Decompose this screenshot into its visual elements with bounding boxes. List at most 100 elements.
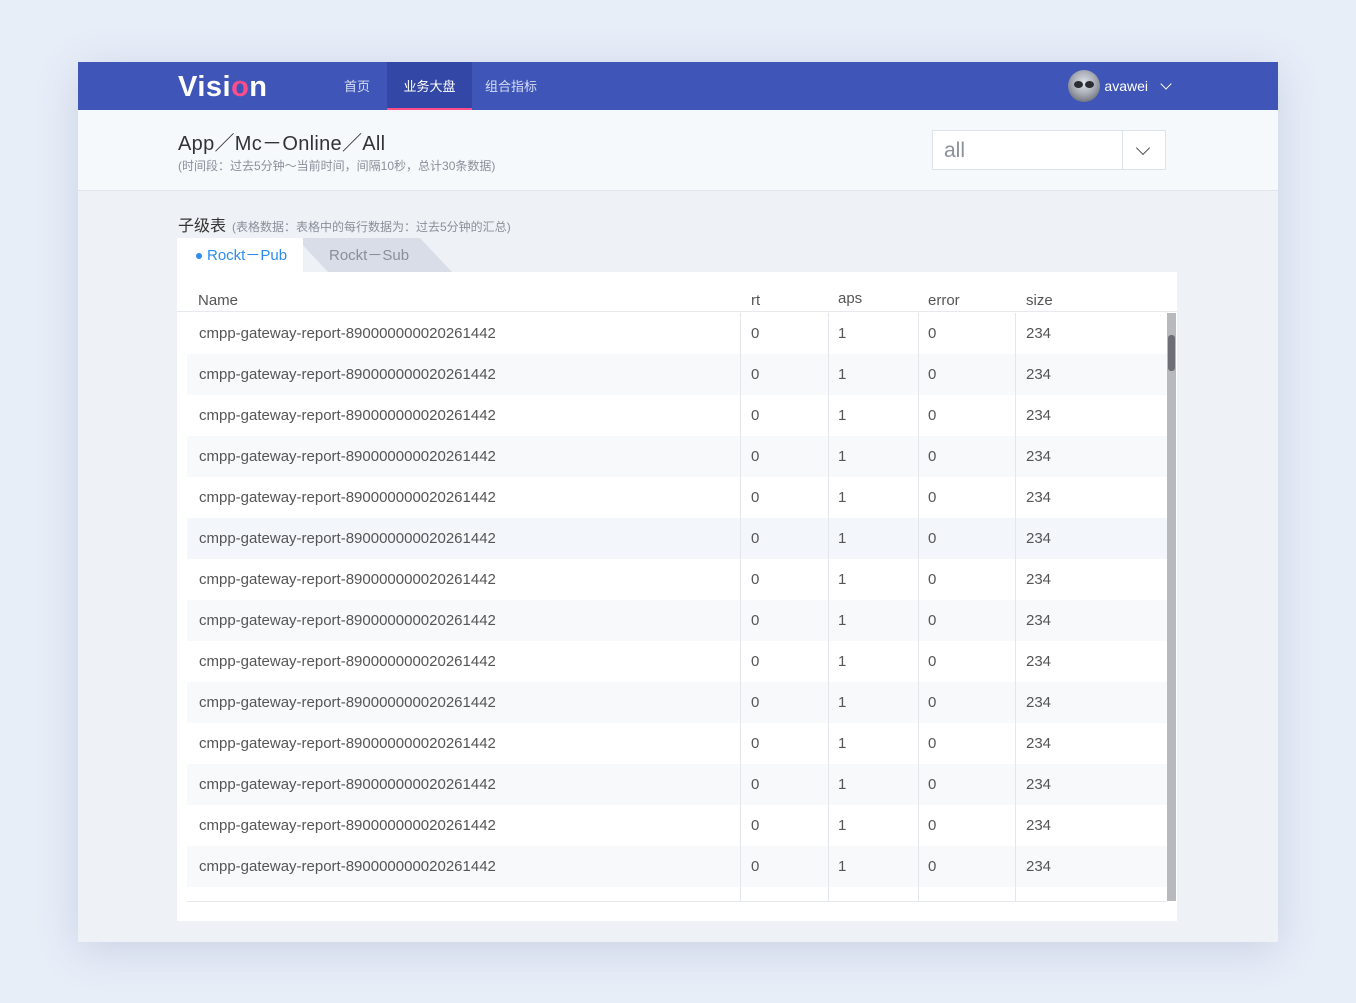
cell-aps: 1 bbox=[838, 776, 847, 793]
column-header-name[interactable]: Name bbox=[198, 292, 238, 309]
cell-aps: 1 bbox=[838, 530, 847, 547]
scrollbar-thumb[interactable] bbox=[1168, 335, 1175, 371]
cell-size: 234 bbox=[1026, 694, 1052, 711]
tab-rockt-sub[interactable]: Rockt－Sub bbox=[296, 238, 452, 272]
cell-rt: 0 bbox=[751, 489, 760, 506]
cell-aps: 1 bbox=[838, 858, 847, 875]
cell-aps: 1 bbox=[838, 407, 847, 424]
table-row[interactable]: cmpp-gateway-report-890000000020261442 0 1… bbox=[187, 641, 1167, 682]
column-divider bbox=[828, 313, 829, 901]
table-row[interactable]: cmpp-gateway-report-890000000020261442 0 1… bbox=[187, 764, 1167, 805]
table-row[interactable]: cmpp-gateway-report-890000000020261442 0 1… bbox=[187, 682, 1167, 723]
table-row[interactable]: cmpp-gateway-report-890000000020261442 0 1… bbox=[187, 805, 1167, 846]
cell-size: 234 bbox=[1026, 571, 1052, 588]
tab-rockt-pub-label: Rockt－Pub bbox=[207, 247, 288, 264]
cell-error: 0 bbox=[928, 612, 937, 629]
cell-rt: 0 bbox=[751, 571, 760, 588]
cell-rt: 0 bbox=[751, 653, 760, 670]
nav-item-combined-metrics[interactable]: 组合指标 bbox=[476, 62, 546, 110]
table-row[interactable]: cmpp-gateway-report-890000000020261442 0 1… bbox=[187, 477, 1167, 518]
cell-error: 0 bbox=[928, 489, 937, 506]
cell-rt: 0 bbox=[751, 858, 760, 875]
cell-size: 234 bbox=[1026, 653, 1052, 670]
cell-rt: 0 bbox=[751, 612, 760, 629]
vision-logo[interactable]: Vision bbox=[178, 72, 268, 102]
chevron-down-icon bbox=[1160, 78, 1172, 90]
cell-rt: 0 bbox=[751, 325, 760, 342]
table-row[interactable]: cmpp-gateway-report-890000000020261442 0 1… bbox=[187, 313, 1167, 354]
cell-aps: 1 bbox=[838, 612, 847, 629]
table-row[interactable]: cmpp-gateway-report-890000000020261442 0 1… bbox=[187, 600, 1167, 641]
cell-name: cmpp-gateway-report-890000000020261442 bbox=[199, 735, 496, 752]
cell-size: 234 bbox=[1026, 530, 1052, 547]
filter-select-value: all bbox=[944, 139, 966, 162]
cell-size: 234 bbox=[1026, 776, 1052, 793]
cell-name: cmpp-gateway-report-890000000020261442 bbox=[199, 817, 496, 834]
cell-aps: 1 bbox=[838, 571, 847, 588]
nav-item-business-dashboard[interactable]: 业务大盘 bbox=[387, 62, 472, 110]
cell-error: 0 bbox=[928, 407, 937, 424]
cell-aps: 1 bbox=[838, 817, 847, 834]
logo-text-part2: n bbox=[249, 71, 268, 103]
table-row[interactable]: cmpp-gateway-report-890000000020261442 0 1… bbox=[187, 723, 1167, 764]
cell-size: 234 bbox=[1026, 735, 1052, 752]
cell-size: 234 bbox=[1026, 858, 1052, 875]
cell-name: cmpp-gateway-report-890000000020261442 bbox=[199, 653, 496, 670]
app-window: Vision 首页 业务大盘 组合指标 avawei App／Mc－Online… bbox=[78, 62, 1278, 942]
cell-name: cmpp-gateway-report-890000000020261442 bbox=[199, 776, 496, 793]
cell-aps: 1 bbox=[838, 366, 847, 383]
data-table: Name rt aps error size cmpp-gateway-repo… bbox=[177, 272, 1177, 921]
nav-item-home[interactable]: 首页 bbox=[328, 62, 386, 110]
cell-name: cmpp-gateway-report-890000000020261442 bbox=[199, 489, 496, 506]
cell-error: 0 bbox=[928, 325, 937, 342]
user-menu[interactable]: avawei bbox=[1068, 70, 1172, 102]
cell-size: 234 bbox=[1026, 448, 1052, 465]
active-dot-icon bbox=[196, 253, 202, 259]
user-name: avawei bbox=[1104, 78, 1148, 94]
column-header-size[interactable]: size bbox=[1026, 292, 1053, 309]
page-header: App／Mc－Online／All (时间段：过去5分钟～当前时间，间隔10秒，… bbox=[78, 110, 1278, 191]
cell-name: cmpp-gateway-report-890000000020261442 bbox=[199, 407, 496, 424]
cell-size: 234 bbox=[1026, 489, 1052, 506]
filter-select-toggle[interactable] bbox=[1122, 131, 1165, 169]
vertical-scrollbar[interactable] bbox=[1167, 313, 1176, 901]
column-header-rt[interactable]: rt bbox=[751, 292, 760, 309]
cell-aps: 1 bbox=[838, 653, 847, 670]
cell-name: cmpp-gateway-report-890000000020261442 bbox=[199, 612, 496, 629]
table-row[interactable]: cmpp-gateway-report-890000000020261442 0 1… bbox=[187, 436, 1167, 477]
cell-error: 0 bbox=[928, 448, 937, 465]
cell-aps: 1 bbox=[838, 325, 847, 342]
cell-size: 234 bbox=[1026, 407, 1052, 424]
cell-name: cmpp-gateway-report-890000000020261442 bbox=[199, 325, 496, 342]
logo-text-accent: o bbox=[231, 71, 250, 103]
logo-text-part1: Visi bbox=[178, 71, 232, 103]
column-divider bbox=[918, 313, 919, 901]
cell-error: 0 bbox=[928, 817, 937, 834]
cell-aps: 1 bbox=[838, 448, 847, 465]
column-header-aps[interactable]: aps bbox=[838, 290, 862, 307]
tab-rockt-pub[interactable]: Rockt－Pub bbox=[177, 238, 303, 272]
column-header-error[interactable]: error bbox=[928, 292, 960, 309]
cell-size: 234 bbox=[1026, 325, 1052, 342]
table-row[interactable]: cmpp-gateway-report-890000000020261442 0 1… bbox=[187, 395, 1167, 436]
cell-error: 0 bbox=[928, 858, 937, 875]
table-body: cmpp-gateway-report-890000000020261442 0 1… bbox=[187, 313, 1167, 902]
time-range-info: (时间段：过去5分钟～当前时间，间隔10秒，总计30条数据) bbox=[178, 159, 496, 173]
cell-rt: 0 bbox=[751, 407, 760, 424]
cell-name: cmpp-gateway-report-890000000020261442 bbox=[199, 530, 496, 547]
chevron-down-icon bbox=[1135, 140, 1151, 156]
cell-error: 0 bbox=[928, 530, 937, 547]
cell-name: cmpp-gateway-report-890000000020261442 bbox=[199, 366, 496, 383]
cell-rt: 0 bbox=[751, 530, 760, 547]
table-row[interactable]: cmpp-gateway-report-890000000020261442 0 1… bbox=[187, 518, 1167, 559]
filter-select[interactable]: all bbox=[932, 130, 1166, 170]
column-divider bbox=[1015, 313, 1016, 901]
avatar bbox=[1068, 70, 1101, 102]
table-row[interactable]: cmpp-gateway-report-890000000020261442 0 1… bbox=[187, 846, 1167, 887]
cell-rt: 0 bbox=[751, 366, 760, 383]
cell-error: 0 bbox=[928, 776, 937, 793]
cell-name: cmpp-gateway-report-890000000020261442 bbox=[199, 448, 496, 465]
column-divider bbox=[740, 313, 741, 901]
table-row[interactable]: cmpp-gateway-report-890000000020261442 0 1… bbox=[187, 559, 1167, 600]
table-row[interactable]: cmpp-gateway-report-890000000020261442 0 1… bbox=[187, 354, 1167, 395]
